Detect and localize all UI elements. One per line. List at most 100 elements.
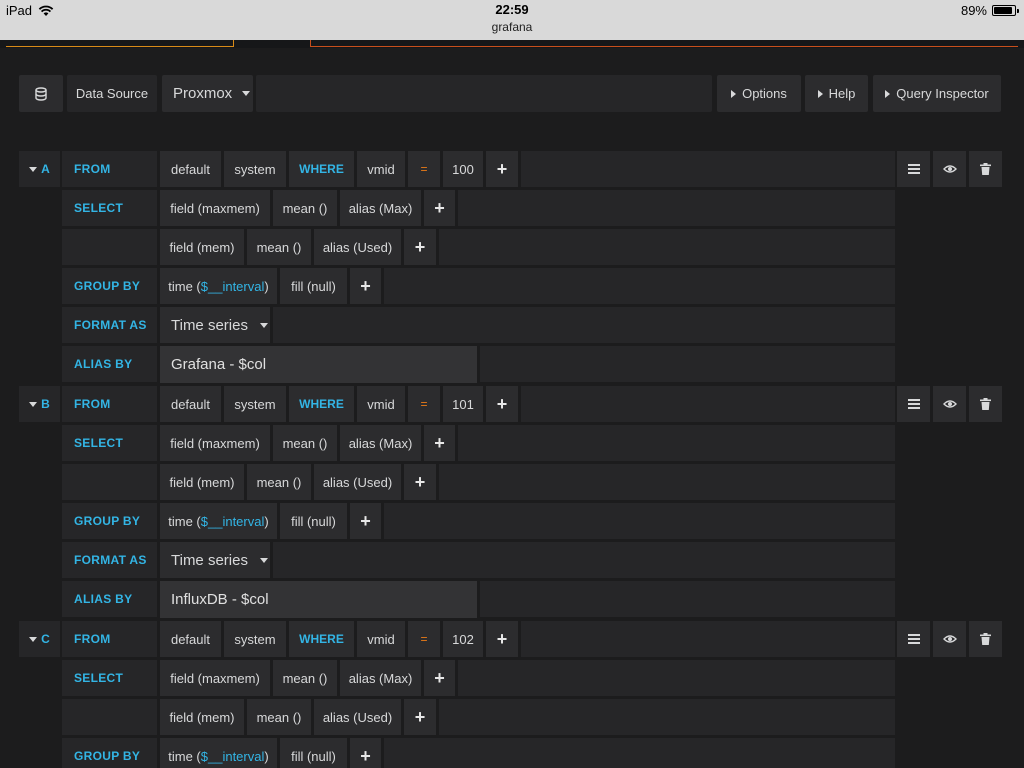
select-field[interactable]: field (mem)	[160, 464, 244, 500]
select-alias[interactable]: alias (Used)	[314, 229, 401, 265]
trash-icon	[980, 398, 991, 410]
toggle-visibility-button[interactable]	[933, 386, 966, 422]
from-label: FROM	[62, 151, 157, 187]
format-as-label: FORMAT AS	[62, 307, 157, 343]
delete-query-button[interactable]	[969, 621, 1002, 657]
from-label: FROM	[62, 621, 157, 657]
add-where-button[interactable]: +	[486, 621, 518, 657]
datasource-select[interactable]: Proxmox	[162, 75, 253, 112]
query-toggle-a[interactable]: A	[19, 151, 60, 187]
query-inspector-button[interactable]: Query Inspector	[873, 75, 1001, 112]
select-alias[interactable]: alias (Max)	[340, 425, 421, 461]
row-filler	[458, 425, 895, 461]
time-prefix: time (	[168, 513, 201, 529]
panel-accent-right	[310, 40, 1018, 47]
select-field[interactable]: field (maxmem)	[160, 660, 270, 696]
interval-variable: $__interval	[200, 513, 265, 529]
caret-right-icon	[731, 89, 737, 98]
delete-query-button[interactable]	[969, 386, 1002, 422]
format-as-value: Time series	[171, 551, 248, 569]
query-menu-button[interactable]	[897, 151, 930, 187]
delete-query-button[interactable]	[969, 151, 1002, 187]
help-button[interactable]: Help	[805, 75, 868, 112]
chevron-down-icon	[242, 91, 251, 96]
query-menu-button[interactable]	[897, 621, 930, 657]
select-alias[interactable]: alias (Max)	[340, 190, 421, 226]
tag-value[interactable]: 100	[443, 151, 483, 187]
where-keyword: WHERE	[289, 621, 354, 657]
select-alias[interactable]: alias (Max)	[340, 660, 421, 696]
add-where-button[interactable]: +	[486, 151, 518, 187]
add-group-by-button[interactable]: +	[350, 738, 381, 768]
select-alias[interactable]: alias (Used)	[314, 699, 401, 735]
retention-policy[interactable]: default	[160, 386, 221, 422]
alias-by-input[interactable]: InfluxDB - $col	[160, 581, 477, 618]
toggle-visibility-button[interactable]	[933, 621, 966, 657]
datasource-label: Data Source	[67, 75, 157, 112]
battery-icon	[992, 5, 1019, 16]
chevron-down-icon	[29, 636, 38, 642]
tag-value[interactable]: 101	[443, 386, 483, 422]
group-by-fill[interactable]: fill (null)	[280, 268, 347, 304]
query-toggle-c[interactable]: C	[19, 621, 60, 657]
add-select-part-button[interactable]: +	[424, 660, 455, 696]
datasource-icon-button[interactable]	[19, 75, 63, 112]
select-alias[interactable]: alias (Used)	[314, 464, 401, 500]
add-group-by-button[interactable]: +	[350, 503, 381, 539]
select-field[interactable]: field (maxmem)	[160, 425, 270, 461]
toggle-visibility-button[interactable]	[933, 151, 966, 187]
format-as-select[interactable]: Time series	[160, 307, 270, 343]
tag-key[interactable]: vmid	[357, 621, 405, 657]
menu-icon	[907, 634, 920, 644]
add-select-part-button[interactable]: +	[404, 699, 436, 735]
row-filler	[439, 464, 895, 500]
add-select-part-button[interactable]: +	[424, 190, 455, 226]
add-select-part-button[interactable]: +	[404, 464, 436, 500]
select-aggregation[interactable]: mean ()	[273, 190, 337, 226]
group-by-time[interactable]: time ($__interval)	[160, 738, 277, 768]
add-group-by-button[interactable]: +	[350, 268, 381, 304]
measurement[interactable]: system	[224, 151, 286, 187]
select-field[interactable]: field (maxmem)	[160, 190, 270, 226]
tag-operator[interactable]: =	[408, 621, 440, 657]
group-by-fill[interactable]: fill (null)	[280, 738, 347, 768]
tag-value[interactable]: 102	[443, 621, 483, 657]
select-aggregation[interactable]: mean ()	[273, 660, 337, 696]
select-aggregation[interactable]: mean ()	[247, 699, 311, 735]
from-label: FROM	[62, 386, 157, 422]
select-label: SELECT	[62, 660, 157, 696]
measurement[interactable]: system	[224, 621, 286, 657]
add-select-part-button[interactable]: +	[404, 229, 436, 265]
row-filler	[273, 307, 895, 343]
query-menu-button[interactable]	[897, 386, 930, 422]
interval-variable: $__interval	[200, 278, 265, 294]
query-letter: A	[41, 162, 50, 176]
tag-operator[interactable]: =	[408, 386, 440, 422]
group-by-label: GROUP BY	[62, 503, 157, 539]
options-button[interactable]: Options	[717, 75, 801, 112]
retention-policy[interactable]: default	[160, 151, 221, 187]
group-by-time[interactable]: time ($__interval)	[160, 268, 277, 304]
format-as-select[interactable]: Time series	[160, 542, 270, 578]
select-field[interactable]: field (mem)	[160, 229, 244, 265]
select-field[interactable]: field (mem)	[160, 699, 244, 735]
interval-variable: $__interval	[200, 748, 265, 764]
row-filler	[439, 699, 895, 735]
retention-policy[interactable]: default	[160, 621, 221, 657]
tag-key[interactable]: vmid	[357, 151, 405, 187]
group-by-time[interactable]: time ($__interval)	[160, 503, 277, 539]
select-label-empty	[62, 229, 157, 265]
group-by-fill[interactable]: fill (null)	[280, 503, 347, 539]
select-aggregation[interactable]: mean ()	[247, 464, 311, 500]
query-toggle-b[interactable]: B	[19, 386, 60, 422]
measurement[interactable]: system	[224, 386, 286, 422]
select-aggregation[interactable]: mean ()	[247, 229, 311, 265]
add-select-part-button[interactable]: +	[424, 425, 455, 461]
tag-key[interactable]: vmid	[357, 386, 405, 422]
tag-operator[interactable]: =	[408, 151, 440, 187]
add-where-button[interactable]: +	[486, 386, 518, 422]
alias-by-input[interactable]: Grafana - $col	[160, 346, 477, 383]
select-aggregation[interactable]: mean ()	[273, 425, 337, 461]
select-label: SELECT	[62, 190, 157, 226]
query-inspector-label: Query Inspector	[896, 86, 989, 101]
